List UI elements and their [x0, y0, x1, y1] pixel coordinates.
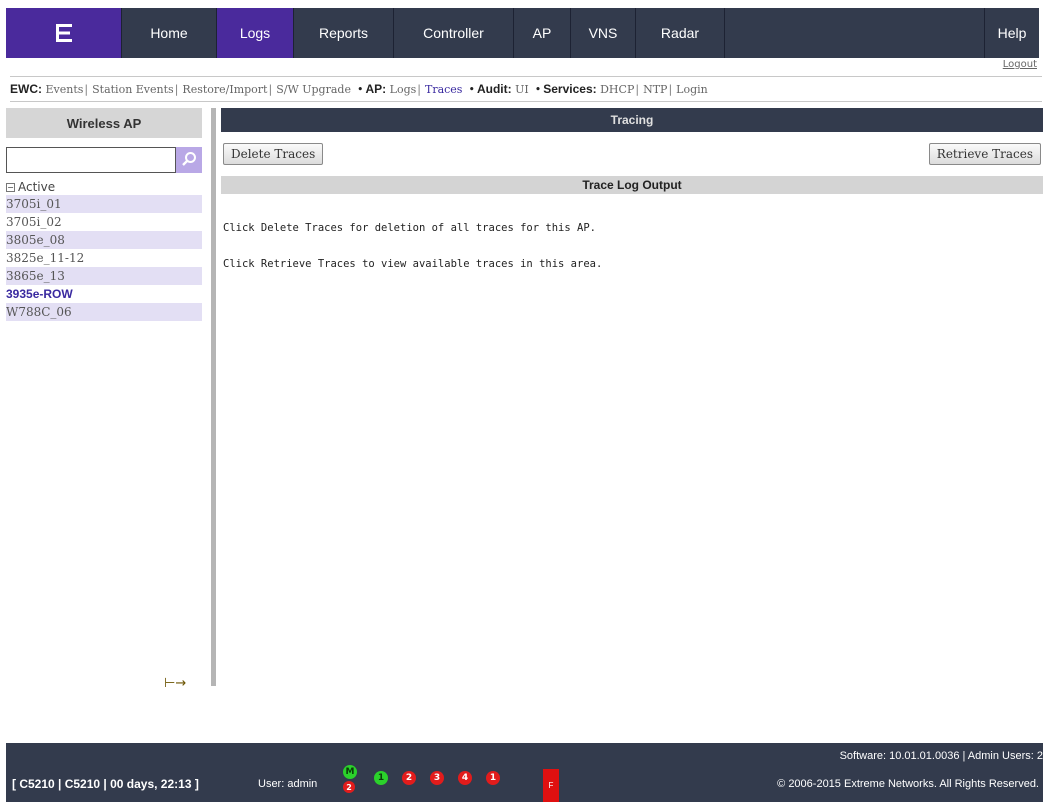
search-button[interactable]: [176, 147, 202, 173]
trace-log-output: Click Delete Traces for deletion of all …: [223, 198, 602, 294]
indicator-icon[interactable]: 3: [430, 771, 444, 785]
retrieve-traces-button[interactable]: Retrieve Traces: [928, 143, 1041, 165]
indicator-icon[interactable]: 4: [458, 771, 472, 785]
subnav-link-restore-import[interactable]: Restore/Import: [182, 83, 267, 96]
ap-list-item[interactable]: 3865e_13: [6, 267, 202, 285]
subnav-link-station-events[interactable]: Station Events: [92, 83, 174, 96]
delete-traces-button[interactable]: Delete Traces: [223, 143, 324, 165]
collapse-panel-icon[interactable]: ⊢→: [164, 676, 186, 691]
subnav-group-audit: Audit:: [476, 82, 512, 96]
nav-tab-radar[interactable]: Radar: [636, 8, 725, 58]
indicator-icon[interactable]: 2: [402, 771, 416, 785]
subnav-group-services: Services:: [543, 82, 597, 96]
subnav-link-events[interactable]: Events: [46, 83, 84, 96]
panel-splitter[interactable]: [211, 108, 216, 686]
tracing-panel: Tracing Delete Traces Retrieve Traces Tr…: [221, 108, 1043, 686]
indicator-icon[interactable]: 1: [374, 771, 388, 785]
ap-search-input[interactable]: [6, 147, 176, 173]
sub-nav: EWC: Events | Station Events | Restore/Imp…: [10, 76, 1042, 102]
ap-list-item[interactable]: 3705i_02: [6, 213, 202, 231]
logout-link[interactable]: Logout: [1003, 59, 1037, 70]
ap-list-item[interactable]: 3705i_01: [6, 195, 202, 213]
ap-list-item[interactable]: W788C_06: [6, 303, 202, 321]
ap-list-item[interactable]: 3805e_08: [6, 231, 202, 249]
extreme-logo[interactable]: [6, 8, 122, 58]
subnav-link-ap-logs[interactable]: Logs: [390, 83, 417, 96]
collapse-icon[interactable]: −: [6, 182, 15, 192]
user-label: User: admin: [258, 778, 318, 790]
ap-list-item[interactable]: 3825e_11-12: [6, 249, 202, 267]
tracing-title: Tracing: [221, 108, 1043, 132]
status-footer: [ C5210 | C5210 | 00 days, 22:13 ] User:…: [6, 743, 1043, 802]
subnav-link-traces[interactable]: Traces: [425, 83, 462, 96]
nav-spacer: [725, 8, 985, 58]
alarm-flag-icon[interactable]: F: [543, 769, 559, 802]
subnav-link-ntp[interactable]: NTP: [643, 83, 667, 96]
tree-root-active[interactable]: − Active: [6, 179, 202, 195]
subnav-group-ap: AP:: [365, 82, 387, 96]
search-row: [6, 147, 202, 173]
top-nav: Home Logs Reports Controller AP VNS Rada…: [6, 8, 1039, 58]
software-version: Software: 10.01.01.0036 | Admin Users: 2: [839, 750, 1043, 762]
subnav-link-login[interactable]: Login: [676, 83, 708, 96]
output-line: Click Retrieve Traces to view available …: [223, 258, 603, 270]
nav-tab-reports[interactable]: Reports: [294, 8, 394, 58]
indicator-icon[interactable]: 1: [486, 771, 500, 785]
subnav-link-sw-upgrade[interactable]: S/W Upgrade: [276, 83, 351, 96]
ap-tree: − Active 3705i_01 3705i_02 3805e_08 3825…: [6, 179, 202, 321]
panel-title: Wireless AP: [6, 108, 202, 138]
nav-tab-ap[interactable]: AP: [514, 8, 571, 58]
trace-log-output-header: Trace Log Output: [221, 176, 1043, 194]
ap-list-item-selected[interactable]: 3935e-ROW: [6, 285, 202, 303]
nav-tab-help[interactable]: Help: [985, 8, 1039, 58]
indicator-icon[interactable]: M: [343, 765, 357, 779]
nav-tab-vns[interactable]: VNS: [571, 8, 636, 58]
wireless-ap-panel: Wireless AP − Active 3705i_01 3705i_02 3…: [6, 108, 202, 691]
subnav-link-audit-ui[interactable]: UI: [515, 83, 529, 96]
copyright: © 2006-2015 Extreme Networks. All Rights…: [777, 778, 1039, 790]
search-icon: [181, 151, 197, 170]
subnav-group-ewc: EWC:: [10, 82, 42, 96]
nav-tab-controller[interactable]: Controller: [394, 8, 514, 58]
nav-tab-home[interactable]: Home: [122, 8, 217, 58]
output-line: Click Delete Traces for deletion of all …: [223, 222, 596, 234]
tree-root-label: Active: [18, 180, 56, 194]
controller-status: [ C5210 | C5210 | 00 days, 22:13 ]: [12, 777, 199, 791]
nav-tab-logs[interactable]: Logs: [217, 8, 294, 58]
subnav-link-dhcp[interactable]: DHCP: [600, 83, 634, 96]
indicator-icon[interactable]: 2: [343, 781, 355, 793]
